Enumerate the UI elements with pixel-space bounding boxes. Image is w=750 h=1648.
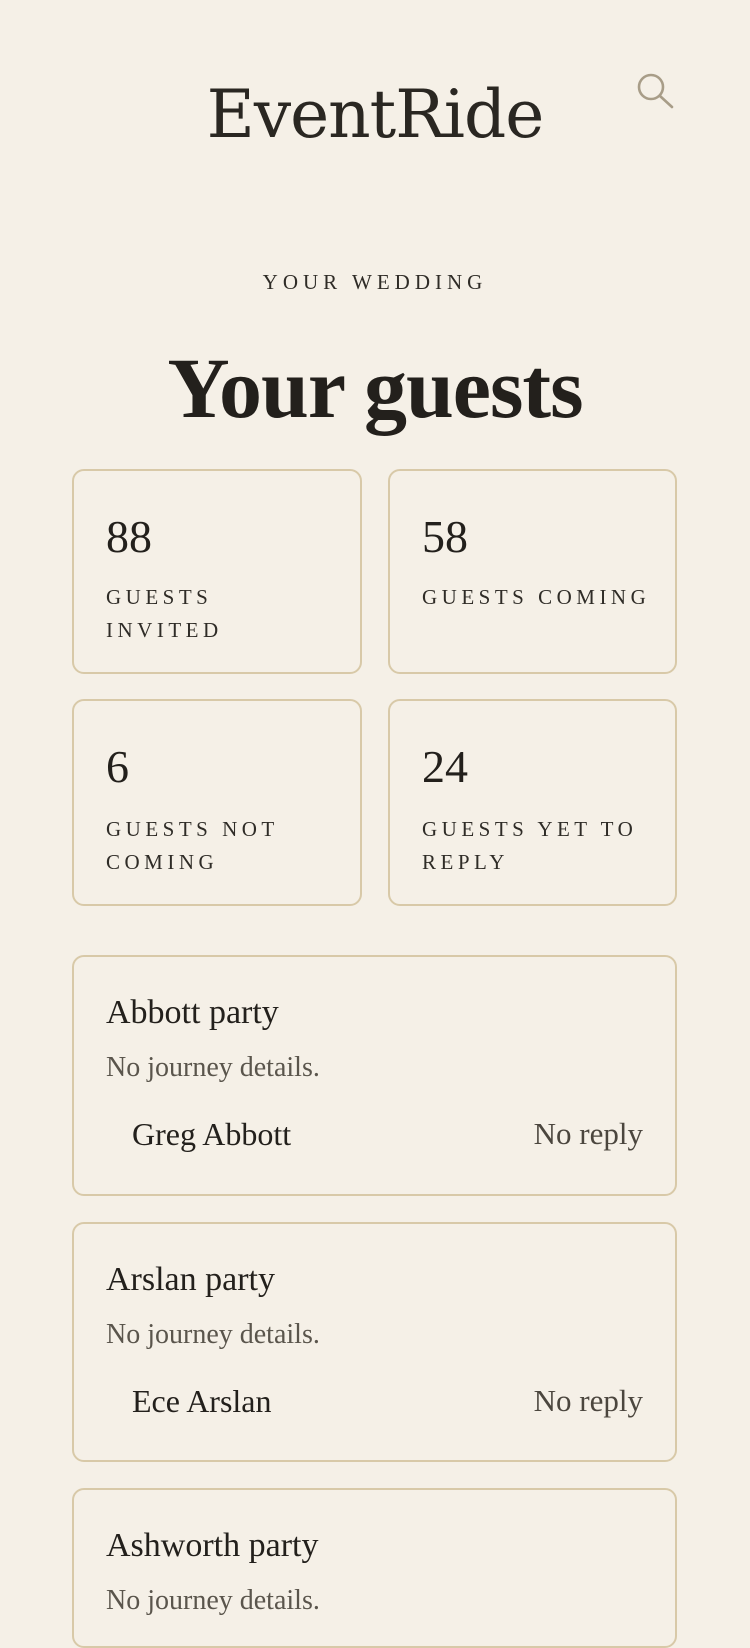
stat-label: Guests yet to reply (422, 817, 638, 874)
party-journey-note: No journey details. (106, 1319, 320, 1350)
party-card-abbott[interactable]: Abbott party No journey details. Greg Ab… (72, 955, 677, 1196)
guest-name: Greg Abbott (132, 1116, 292, 1152)
party-card-ashworth[interactable]: Ashworth party No journey details. (72, 1488, 677, 1648)
stat-value: 88 (106, 511, 152, 562)
search-button[interactable] (636, 72, 676, 112)
party-journey-note: No journey details. (106, 1585, 320, 1616)
stat-label: Guests coming (422, 585, 651, 609)
stat-label: Guests not coming (106, 817, 279, 874)
guest-row[interactable]: Greg Abbott No reply (132, 1111, 643, 1157)
guest-name: Ece Arslan (132, 1383, 272, 1419)
search-icon (637, 73, 674, 109)
party-journey-note: No journey details. (106, 1052, 320, 1083)
stat-label: Guests invited (106, 585, 223, 642)
page-title: Your guests (167, 340, 583, 436)
stat-card-guests-invited: 88 Guests invited (72, 469, 362, 674)
stat-value: 58 (422, 511, 468, 562)
party-name: Arslan party (106, 1261, 276, 1298)
stat-card-guests-coming: 58 Guests coming (388, 469, 677, 674)
stat-value: 24 (422, 741, 468, 792)
guest-rsvp-status: No reply (533, 1116, 643, 1151)
app-header: EventRide (0, 0, 750, 180)
page-eyebrow: YOUR WEDDING (262, 270, 488, 294)
guest-rsvp-status: No reply (533, 1383, 643, 1418)
party-name: Abbott party (106, 994, 279, 1031)
party-card-arslan[interactable]: Arslan party No journey details. Ece Ars… (72, 1222, 677, 1462)
party-name: Ashworth party (106, 1527, 319, 1564)
stat-value: 6 (106, 741, 129, 792)
stat-card-guests-not-coming: 6 Guests not coming (72, 699, 362, 906)
stat-card-guests-yet-to-reply: 24 Guests yet to reply (388, 699, 677, 906)
guest-row[interactable]: Ece Arslan No reply (132, 1378, 643, 1424)
